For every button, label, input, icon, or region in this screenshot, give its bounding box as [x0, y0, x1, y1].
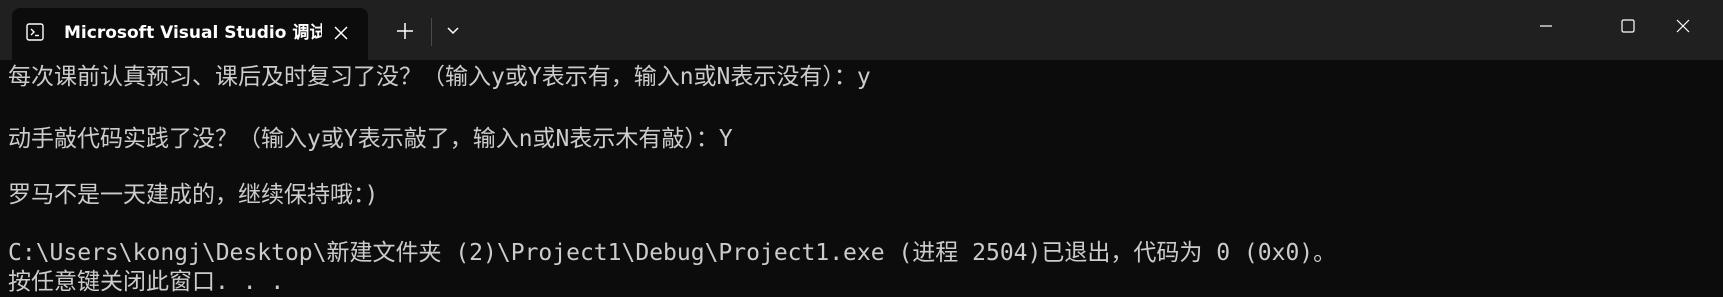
chevron-down-icon	[447, 27, 459, 35]
close-tab-icon[interactable]	[330, 22, 352, 44]
minimize-icon	[1540, 25, 1552, 27]
console-icon	[26, 23, 44, 41]
minimize-button[interactable]	[1506, 0, 1586, 52]
console-output[interactable]: 每次课前认真预习、课后及时复习了没？（输入y或Y表示有，输入n或N表示没有）：y…	[0, 60, 1723, 297]
close-window-button[interactable]	[1643, 0, 1723, 52]
title-bar[interactable]: Microsoft Visual Studio 调试控制台	[0, 0, 1723, 60]
tab-debug-console[interactable]: Microsoft Visual Studio 调试控制台	[12, 8, 368, 60]
new-tab-button[interactable]	[390, 16, 420, 46]
console-line: 按任意键关闭此窗口. . .	[8, 269, 285, 295]
tab-divider	[431, 18, 432, 46]
console-line: 罗马不是一天建成的，继续保持哦：)	[8, 182, 379, 208]
plus-icon	[397, 23, 413, 39]
console-line: C:\Users\kongj\Desktop\新建文件夹 (2)\Project…	[8, 240, 1337, 266]
console-line: 动手敲代码实践了没？（输入y或Y表示敲了，输入n或N表示木有敲）：Y	[8, 126, 733, 152]
maximize-icon	[1621, 19, 1635, 33]
close-icon	[1676, 19, 1690, 33]
console-line: 每次课前认真预习、课后及时复习了没？（输入y或Y表示有，输入n或N表示没有）：y	[8, 64, 871, 90]
tab-title: Microsoft Visual Studio 调试控制台	[64, 23, 322, 43]
terminal-window: Microsoft Visual Studio 调试控制台	[0, 0, 1723, 297]
tab-dropdown-button[interactable]	[438, 16, 468, 46]
